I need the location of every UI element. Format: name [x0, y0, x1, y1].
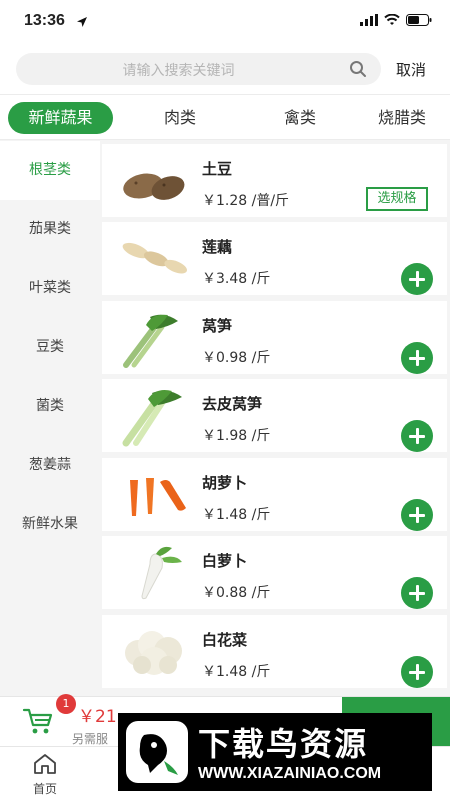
lettuce-stem-image [123, 314, 178, 368]
sidebar-item-fruit-vegetables[interactable]: 茄果类 [0, 200, 100, 259]
sidebar-item-aromatics[interactable]: 葱姜蒜 [0, 436, 100, 495]
product-price: ￥0.98 /斤 [202, 350, 271, 366]
app-screen: 13:36 请输入搜索关键词 取消 新鲜蔬果 肉类 禽类 烧腊类 根茎类 茄果类… [0, 0, 450, 800]
location-arrow-icon [77, 17, 87, 27]
product-price: ￥1.98 /斤 [202, 428, 271, 444]
white-radish-image [141, 546, 182, 600]
potato-image [123, 173, 185, 200]
status-time: 13:36 [24, 12, 65, 29]
peeled-lettuce-stem-image [122, 390, 182, 447]
product-price: ￥1.48 /斤 [202, 507, 271, 523]
product-name: 白萝卜 [202, 552, 248, 570]
cancel-button[interactable]: 取消 [396, 59, 426, 80]
product-price: ￥1.28 /普/斤 [202, 193, 290, 209]
search-input[interactable]: 请输入搜索关键词 [16, 53, 381, 85]
product-card[interactable]: 莲藕 ￥3.48 /斤 [102, 222, 447, 295]
carrot-image [130, 478, 186, 516]
bird-logo-icon [139, 734, 178, 775]
product-list: 土豆 ￥1.28 /普/斤 选规格 莲藕 ￥3.48 /斤 莴笋 ￥0.98 /… [100, 141, 450, 696]
cart-count-badge: 1 [56, 694, 76, 714]
battery-icon [406, 14, 432, 26]
product-card[interactable]: 莴笋 ￥0.98 /斤 [102, 301, 447, 374]
add-to-cart-button[interactable] [401, 656, 433, 688]
watermark-banner: 下载鸟资源 WWW.XIAZAINIAO.COM [118, 713, 432, 791]
cart-total: ￥21 [78, 707, 117, 727]
tab-meat[interactable]: 肉类 [140, 102, 220, 134]
product-card[interactable]: 土豆 ￥1.28 /普/斤 选规格 [102, 144, 447, 217]
home-icon [34, 754, 56, 774]
product-card[interactable]: 白萝卜 ￥0.88 /斤 [102, 536, 447, 609]
category-tabs: 新鲜蔬果 肉类 禽类 烧腊类 [0, 94, 450, 140]
tab-fresh-produce[interactable]: 新鲜蔬果 [8, 102, 113, 134]
product-name: 白花菜 [202, 631, 248, 649]
tab-roast-meat[interactable]: 烧腊类 [378, 102, 450, 134]
add-to-cart-button[interactable] [401, 577, 433, 609]
status-indicators [360, 14, 432, 26]
tab-poultry[interactable]: 禽类 [260, 102, 340, 134]
product-name: 土豆 [202, 160, 233, 178]
sidebar-item-leafy-vegetables[interactable]: 叶菜类 [0, 259, 100, 318]
add-to-cart-button[interactable] [401, 420, 433, 452]
product-price: ￥3.48 /斤 [202, 271, 271, 287]
status-bar: 13:36 [0, 0, 450, 44]
nav-home-label: 首页 [32, 782, 57, 796]
cart-icon[interactable] [22, 707, 54, 735]
lotus-root-image [122, 242, 188, 274]
product-name: 去皮莴笋 [202, 395, 263, 413]
sidebar-item-fresh-fruit[interactable]: 新鲜水果 [0, 495, 100, 554]
watermark-logo [126, 721, 188, 783]
search-header: 请输入搜索关键词 取消 [0, 44, 450, 94]
product-price: ￥1.48 /斤 [202, 664, 271, 680]
signal-icon [360, 14, 378, 26]
cauliflower-image [125, 631, 182, 675]
sidebar-item-root-vegetables[interactable]: 根茎类 [0, 141, 100, 200]
select-spec-button[interactable]: 选规格 [366, 187, 428, 211]
sidebar-item-beans[interactable]: 豆类 [0, 318, 100, 377]
search-placeholder: 请输入搜索关键词 [122, 63, 235, 79]
sidebar: 根茎类 茄果类 叶菜类 豆类 菌类 葱姜蒜 新鲜水果 [0, 141, 100, 696]
product-card[interactable]: 胡萝卜 ￥1.48 /斤 [102, 458, 447, 531]
nav-home[interactable]: 首页 [10, 747, 80, 800]
add-to-cart-button[interactable] [401, 263, 433, 295]
product-price: ￥0.88 /斤 [202, 585, 271, 601]
watermark-title: 下载鸟资源 [198, 725, 369, 763]
search-icon[interactable] [349, 60, 367, 78]
add-to-cart-button[interactable] [401, 499, 433, 531]
product-card[interactable]: 白花菜 ￥1.48 /斤 [102, 615, 447, 688]
watermark-url: WWW.XIAZAINIAO.COM [198, 765, 382, 782]
product-card[interactable]: 去皮莴笋 ￥1.98 /斤 [102, 379, 447, 452]
delivery-fee-note: 另需服 [72, 732, 109, 746]
sidebar-item-mushrooms[interactable]: 菌类 [0, 377, 100, 436]
product-name: 莴笋 [202, 317, 233, 335]
add-to-cart-button[interactable] [401, 342, 433, 374]
product-name: 胡萝卜 [202, 474, 248, 492]
wifi-icon [384, 14, 400, 25]
product-name: 莲藕 [202, 238, 233, 256]
